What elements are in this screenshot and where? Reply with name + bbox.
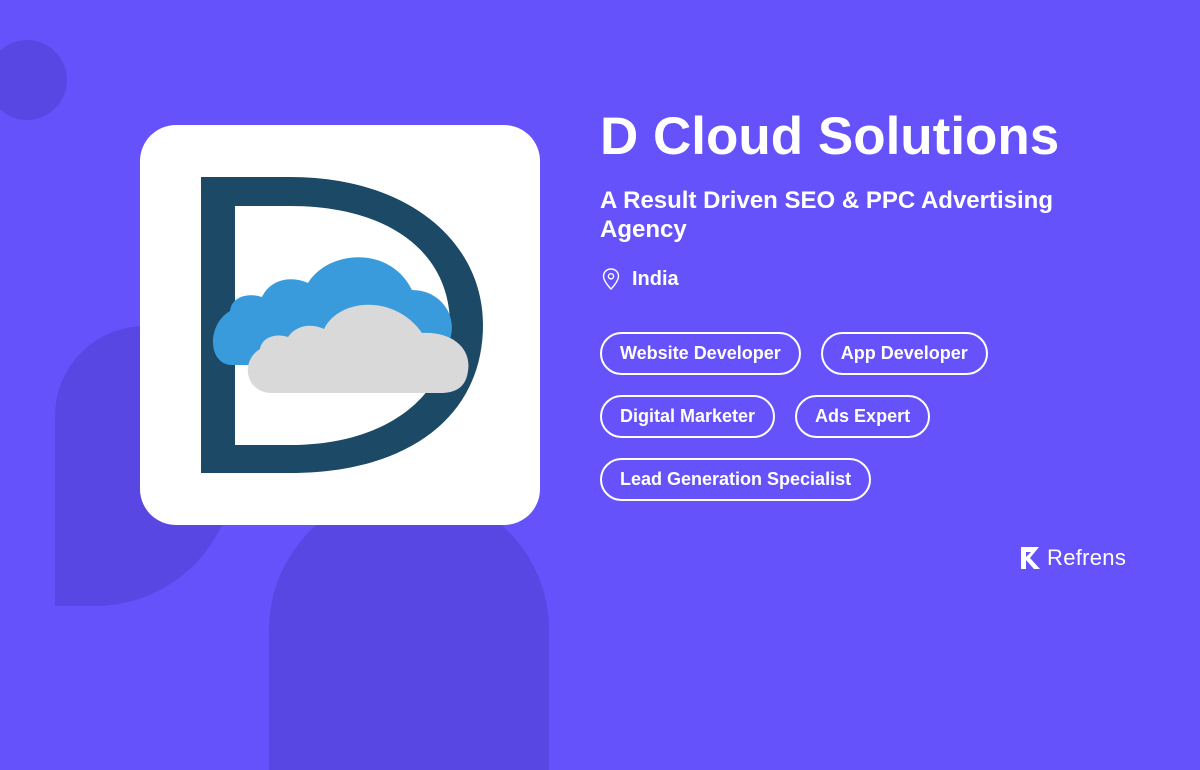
company-name: D Cloud Solutions [600,107,1060,166]
tag-row: Lead Generation Specialist [600,458,1120,501]
tag-row: Digital Marketer Ads Expert [600,395,1120,438]
tag-ads-expert[interactable]: Ads Expert [795,395,931,438]
tag-digital-marketer[interactable]: Digital Marketer [600,395,776,438]
map-pin-icon [600,267,622,291]
tag-lead-generation-specialist[interactable]: Lead Generation Specialist [600,458,872,501]
company-info: D Cloud Solutions A Result Driven SEO & … [600,100,1120,501]
tag-website-developer[interactable]: Website Developer [600,332,801,375]
tag-app-developer[interactable]: App Developer [820,332,988,375]
d-cloud-logo-icon [201,177,483,473]
tag-row: Website Developer App Developer [600,332,1120,375]
refrens-brand[interactable]: Refrens [1019,544,1126,572]
company-tagline: A Result Driven SEO & PPC Advertising Ag… [600,187,1053,243]
location-text: India [632,267,679,290]
background-half-circle [269,490,549,770]
service-tags: Website Developer App Developer Digital … [600,332,1120,501]
company-location: India [600,264,1120,294]
background-circle-small [0,40,67,120]
company-logo-card [140,125,540,525]
refrens-logo-icon [1019,545,1043,571]
refrens-brand-name: Refrens [1047,545,1127,570]
